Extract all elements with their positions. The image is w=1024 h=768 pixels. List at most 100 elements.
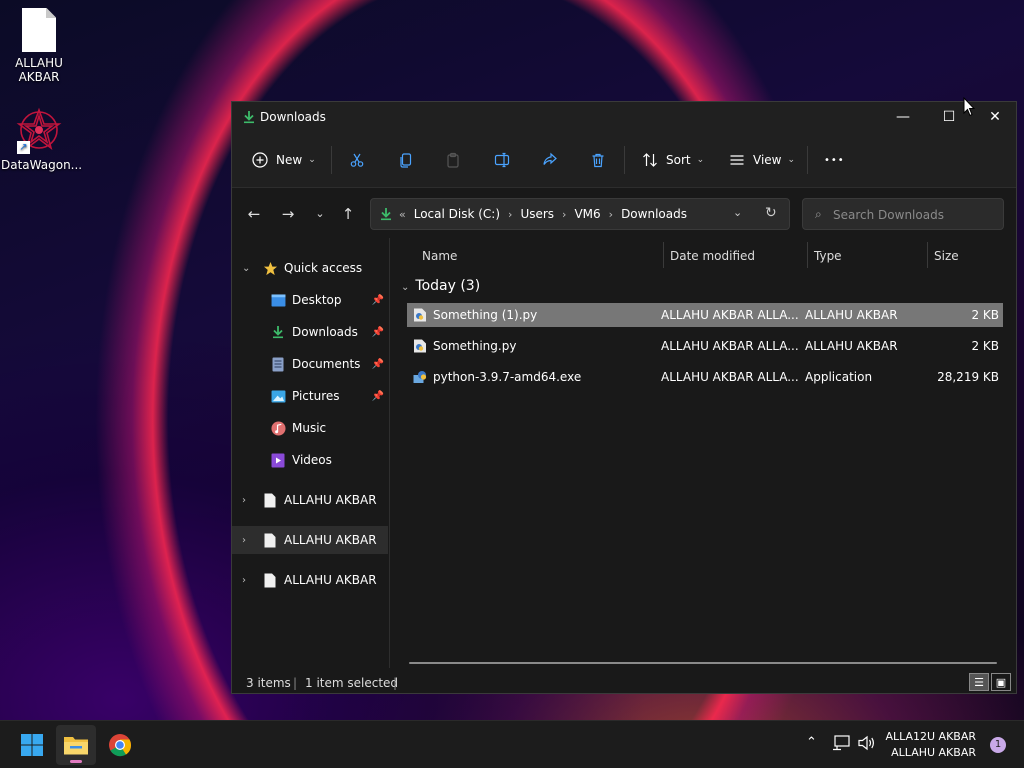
sidebar-item-videos[interactable]: Videos <box>232 446 388 474</box>
column-header-date[interactable]: Date modified <box>670 242 755 270</box>
sidebar-item-drive-3[interactable]: › ALLAHU AKBAR <box>232 566 388 594</box>
active-indicator <box>70 760 82 763</box>
refresh-icon[interactable]: ↻ <box>765 205 777 221</box>
python-file-icon <box>414 339 426 353</box>
plus-circle-icon <box>252 152 268 168</box>
column-divider[interactable] <box>663 242 664 268</box>
table-row[interactable]: python-3.9.7-amd64.exe ALLAHU AKBAR ALLA… <box>407 365 1003 389</box>
clock[interactable]: ALLA12U AKBAR ALLAHU AKBAR <box>885 729 976 761</box>
share-button[interactable] <box>542 146 558 174</box>
cut-button[interactable] <box>349 146 365 174</box>
details-view-button[interactable]: ☰ <box>969 673 989 691</box>
pin-icon: 📌 <box>371 390 384 402</box>
view-label: View <box>753 153 782 167</box>
chevron-right-icon[interactable]: › <box>242 535 246 546</box>
download-icon <box>270 324 286 340</box>
column-divider[interactable] <box>807 242 808 268</box>
sidebar-item-music[interactable]: Music <box>232 414 388 442</box>
selection-count: 1 item selected <box>305 676 399 690</box>
rename-button[interactable] <box>494 146 510 174</box>
sidebar-item-drive-2[interactable]: › ALLAHU AKBAR <box>232 526 388 554</box>
mouse-cursor-icon <box>963 97 975 117</box>
table-row[interactable]: Something (1).py ALLAHU AKBAR ALLA... AL… <box>407 303 1003 327</box>
chevron-down-icon: ⌄ <box>787 155 796 165</box>
paste-button[interactable] <box>445 146 461 174</box>
file-type: ALLAHU AKBAR <box>805 308 898 322</box>
table-row[interactable]: Something.py ALLAHU AKBAR ALLA... ALLAHU… <box>407 334 1003 358</box>
group-header-today[interactable]: ⌄ Today (3) <box>401 278 480 294</box>
sidebar-item-drive-1[interactable]: › ALLAHU AKBAR <box>232 486 388 514</box>
python-file-icon <box>414 308 426 322</box>
column-header-type[interactable]: Type <box>814 242 842 270</box>
copy-button[interactable] <box>398 146 414 174</box>
windows-logo-icon <box>21 734 43 756</box>
taskbar: ⌃ ALLA12U AKBAR ALLAHU AKBAR 1 <box>0 720 1024 768</box>
pin-icon: 📌 <box>371 326 384 338</box>
desktop-file-icon[interactable]: ALLAHU AKBAR <box>1 8 77 84</box>
breadcrumb-downloads[interactable]: Downloads <box>621 207 687 221</box>
desktop-file-label: ALLAHU AKBAR <box>15 56 63 84</box>
sidebar-item-label: ALLAHU AKBAR <box>284 493 377 507</box>
chrome-icon <box>109 734 132 757</box>
desktop-datawagon-shortcut[interactable]: ↗ DataWagon... <box>1 106 82 172</box>
volume-icon[interactable] <box>858 735 876 755</box>
clock-date: ALLAHU AKBAR <box>891 746 976 759</box>
chevron-down-icon: ⌄ <box>401 282 410 293</box>
title-bar[interactable]: Downloads — ☐ ✕ <box>232 102 1016 132</box>
search-box[interactable]: ⌕ <box>802 198 1004 230</box>
column-divider[interactable] <box>927 242 928 268</box>
view-button[interactable]: View ⌄ <box>729 146 795 174</box>
chevron-right-icon[interactable]: › <box>242 495 246 506</box>
sidebar-item-documents[interactable]: Documents 📌 <box>232 350 388 378</box>
sort-button[interactable]: Sort ⌄ <box>642 146 704 174</box>
shortcut-arrow-icon: ↗ <box>17 141 30 154</box>
horizontal-scrollbar[interactable] <box>409 662 997 664</box>
music-icon <box>270 420 286 436</box>
delete-button[interactable] <box>590 146 606 174</box>
chevron-right-icon[interactable]: › <box>242 575 246 586</box>
address-bar[interactable]: « Local Disk (C:) › Users › VM6 › Downlo… <box>370 198 790 230</box>
start-button[interactable] <box>12 725 52 765</box>
notification-badge[interactable]: 1 <box>990 737 1006 753</box>
file-name: Something (1).py <box>433 308 538 322</box>
sidebar-item-pictures[interactable]: Pictures 📌 <box>232 382 388 410</box>
back-arrow-icon[interactable]: ← <box>242 202 266 226</box>
column-header-size[interactable]: Size <box>934 242 959 270</box>
chevron-down-icon[interactable]: ⌄ <box>242 263 250 274</box>
column-header-name[interactable]: Name <box>422 242 457 270</box>
sidebar-quick-access-label: Quick access <box>284 261 363 275</box>
pictures-icon <box>270 388 286 404</box>
forward-arrow-icon[interactable]: → <box>276 202 300 226</box>
breadcrumb-vm6[interactable]: VM6 <box>574 207 600 221</box>
taskbar-file-explorer[interactable] <box>56 725 96 765</box>
close-button[interactable]: ✕ <box>972 102 1018 132</box>
sidebar-item-desktop[interactable]: Desktop 📌 <box>232 286 388 314</box>
breadcrumb-overflow[interactable]: « <box>399 208 406 221</box>
sidebar-quick-access[interactable]: ⌄ Quick access <box>232 254 388 282</box>
sidebar-item-label: ALLAHU AKBAR <box>284 573 377 587</box>
network-icon[interactable] <box>832 735 850 755</box>
file-icon <box>262 492 278 508</box>
new-button[interactable]: New ⌄ <box>252 146 316 174</box>
breadcrumb-users[interactable]: Users <box>520 207 554 221</box>
sidebar-item-label: Downloads <box>292 325 358 339</box>
up-arrow-icon[interactable]: ↑ <box>336 202 360 226</box>
taskbar-chrome[interactable] <box>100 725 140 765</box>
clock-time: ALLA12U AKBAR <box>885 730 976 743</box>
large-icons-view-button[interactable]: ▣ <box>991 673 1011 691</box>
rename-icon <box>494 152 510 168</box>
datawagon-logo-icon: ↗ <box>15 106 63 154</box>
show-hidden-icons-chevron-icon[interactable]: ⌃ <box>806 735 817 750</box>
recent-locations-chevron-icon[interactable]: ⌄ <box>308 202 332 226</box>
search-input[interactable] <box>833 206 993 224</box>
sidebar-item-label: ALLAHU AKBAR <box>284 533 377 547</box>
minimize-button[interactable]: — <box>880 102 926 132</box>
more-options-button[interactable]: ••• <box>824 146 845 174</box>
sidebar-item-downloads[interactable]: Downloads 📌 <box>232 318 388 346</box>
breadcrumb-local-disk[interactable]: Local Disk (C:) <box>414 207 500 221</box>
sort-label: Sort <box>666 153 691 167</box>
toolbar-divider <box>624 146 625 174</box>
file-icon <box>262 572 278 588</box>
address-history-chevron-icon[interactable]: ⌄ <box>733 206 742 219</box>
file-type: Application <box>805 370 873 384</box>
